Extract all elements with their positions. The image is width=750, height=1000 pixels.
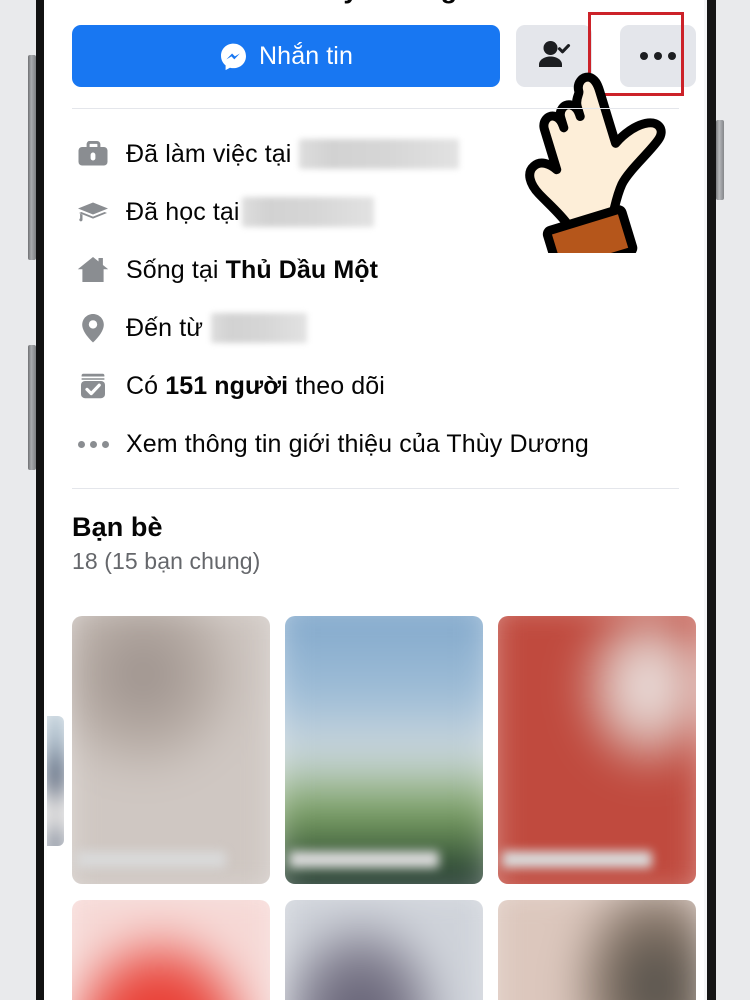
divider-friends	[72, 488, 679, 489]
friends-section-header: Bạn bè 18 (15 bạn chung)	[72, 512, 672, 575]
info-row-work-text: Đã làm việc tại	[126, 139, 460, 169]
phone-frame: Thùy Dương Nhắn tin	[0, 0, 750, 1000]
friend-photo-4[interactable]	[72, 900, 270, 1000]
messenger-icon	[219, 42, 248, 71]
friend-photo-partial-image	[47, 716, 64, 846]
friend-photo-6[interactable]	[498, 900, 696, 1000]
info-row-residence-text: Sống tại Thủ Dầu Một	[126, 255, 379, 284]
friend-photo-5[interactable]	[285, 900, 483, 1000]
divider-top	[72, 108, 679, 109]
friend-photo-3-image	[498, 616, 696, 884]
friend-photo-1-name-redacted	[76, 851, 226, 868]
friend-photo-1[interactable]	[72, 616, 270, 884]
location-pin-icon	[72, 307, 114, 349]
home-icon	[72, 249, 114, 291]
profile-info-list: Đã làm việc tại Đã học tại Sống tại Thủ …	[72, 125, 682, 473]
info-row-see-about[interactable]: Xem thông tin giới thiệu của Thùy Dương	[72, 415, 682, 473]
friend-photo-2-image	[285, 616, 483, 884]
info-row-residence[interactable]: Sống tại Thủ Dầu Một	[72, 241, 682, 299]
three-dots-icon	[72, 423, 114, 465]
redacted-school	[241, 197, 374, 227]
message-button[interactable]: Nhắn tin	[72, 25, 500, 87]
profile-name: Thùy Dương	[47, 0, 704, 4]
graduation-cap-icon	[72, 191, 114, 233]
friend-photo-partial[interactable]	[47, 716, 64, 846]
friends-count: 18 (15 bạn chung)	[72, 548, 261, 574]
friend-photo-2[interactable]	[285, 616, 483, 884]
friends-photo-grid	[72, 616, 704, 1000]
redacted-workplace	[299, 139, 460, 169]
friends-title: Bạn bè	[72, 512, 163, 542]
info-row-work[interactable]: Đã làm việc tại	[72, 125, 682, 183]
followers-check-icon	[72, 365, 114, 407]
friend-photo-6-image	[498, 900, 696, 1000]
phone-bezel-right	[707, 0, 716, 1000]
friend-photo-2-name-redacted	[289, 851, 439, 868]
volume-up-button[interactable]	[28, 55, 36, 260]
phone-rim-right	[704, 0, 707, 1000]
friends-status-button[interactable]	[516, 25, 592, 87]
friend-photo-5-image	[285, 900, 483, 1000]
info-row-hometown[interactable]: Đến từ	[72, 299, 682, 357]
highlight-annotation	[588, 12, 684, 96]
info-row-followers[interactable]: Có 151 người theo dõi	[72, 357, 682, 415]
info-row-followers-text: Có 151 người theo dõi	[126, 371, 385, 400]
info-row-education[interactable]: Đã học tại	[72, 183, 682, 241]
info-row-education-text: Đã học tại	[126, 197, 374, 227]
message-button-label: Nhắn tin	[259, 41, 353, 70]
briefcase-icon	[72, 133, 114, 175]
phone-bezel-left	[36, 0, 44, 1000]
friend-photo-3-name-redacted	[502, 851, 652, 868]
volume-down-button[interactable]	[28, 345, 36, 470]
power-button[interactable]	[716, 120, 724, 200]
info-row-hometown-text: Đến từ	[126, 313, 308, 343]
friend-photo-1-image	[72, 616, 270, 884]
redacted-hometown	[211, 313, 308, 343]
person-check-icon	[537, 39, 571, 74]
friend-photo-4-image	[72, 900, 270, 1000]
phone-screen: Thùy Dương Nhắn tin	[47, 0, 704, 1000]
info-row-see-about-text: Xem thông tin giới thiệu của Thùy Dương	[126, 429, 589, 458]
friend-photo-3[interactable]	[498, 616, 696, 884]
